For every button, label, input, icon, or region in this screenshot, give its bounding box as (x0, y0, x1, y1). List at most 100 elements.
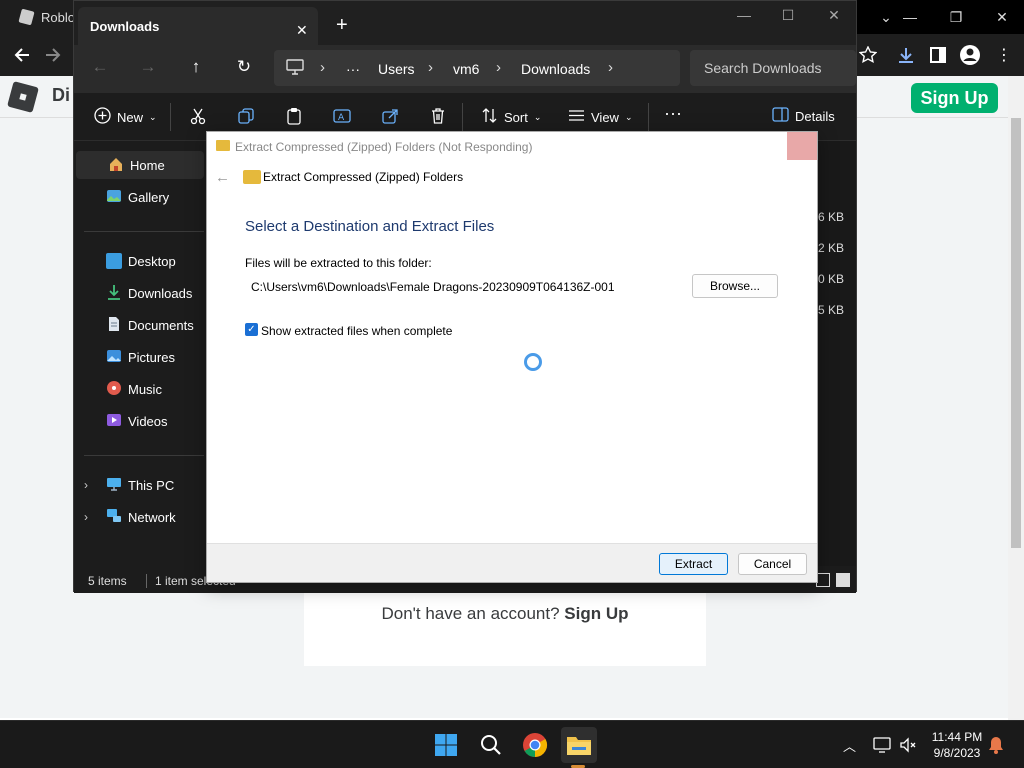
download-icon[interactable] (894, 43, 918, 67)
sidebar-item-downloads[interactable]: Downloads (74, 279, 208, 307)
sidebar-item-home[interactable]: Home (76, 151, 204, 179)
forward-icon[interactable]: → (136, 57, 160, 81)
search-input[interactable]: Search Downloads (690, 50, 856, 86)
sort-label: Sort (504, 109, 528, 125)
show-files-label[interactable]: Show extracted files when complete (261, 324, 452, 338)
close-icon[interactable]: ✕ (978, 0, 1024, 34)
chrome-app-icon[interactable] (517, 727, 553, 763)
display-icon[interactable] (872, 735, 892, 755)
new-tab-icon[interactable]: + (336, 14, 348, 37)
tiles-view-icon[interactable] (836, 573, 850, 587)
minimize-icon[interactable]: — (886, 0, 934, 34)
share-icon[interactable] (381, 107, 399, 125)
sidebar-item-pictures[interactable]: Pictures (74, 343, 208, 371)
roblox-nav-partial[interactable]: Di (52, 85, 70, 106)
minimize-icon[interactable]: — (722, 7, 766, 29)
new-button[interactable]: New ⌄ (94, 107, 157, 127)
extract-button[interactable]: Extract (659, 553, 728, 575)
breadcrumb-vm6[interactable]: vm6 (453, 61, 479, 77)
gallery-icon (106, 188, 122, 207)
page-scrollbar-thumb[interactable] (1011, 118, 1021, 548)
cancel-button[interactable]: Cancel (738, 553, 807, 575)
chevron-up-icon[interactable]: ︿ (843, 736, 856, 755)
sidebar-item-network[interactable]: › Network (74, 503, 208, 531)
paste-icon[interactable] (285, 107, 303, 125)
dialog-titlebar: Extract Compressed (Zipped) Folders (Not… (207, 132, 817, 162)
chevron-right-icon[interactable]: › (496, 59, 501, 76)
sidebar-item-videos[interactable]: Videos (74, 407, 208, 435)
chrome-tab-title: Roblo (41, 9, 75, 25)
back-arrow-icon[interactable]: ← (215, 169, 230, 186)
cut-icon[interactable] (189, 107, 207, 125)
signup-button[interactable]: Sign Up (911, 83, 998, 113)
address-bar[interactable]: › ··· Users › vm6 › Downloads › (274, 50, 680, 86)
explorer-tab[interactable]: Downloads ✕ (78, 7, 318, 45)
close-tab-icon[interactable]: ✕ (296, 22, 308, 39)
new-label: New (117, 109, 144, 125)
profile-avatar-icon[interactable] (958, 43, 982, 67)
rename-icon[interactable]: A (333, 107, 351, 125)
system-clock[interactable]: 11:44 PM 9/8/2023 (922, 729, 992, 761)
sidebar-item-this-pc[interactable]: › This PC (74, 471, 208, 499)
wizard-header: Extract Compressed (Zipped) Folders (263, 170, 464, 184)
sidebar-item-documents[interactable]: Documents (74, 311, 208, 339)
side-panel-icon[interactable] (926, 43, 950, 67)
chevron-down-icon: ⌄ (533, 111, 542, 122)
account-prompt: Don't have an account? Sign Up (304, 604, 706, 624)
signup-link[interactable]: Sign Up (564, 604, 628, 623)
chrome-tab-roblox[interactable]: Roblo (0, 0, 75, 34)
forward-icon[interactable] (40, 42, 66, 68)
explorer-navbar: ← → ↑ ↻ › ··· Users › vm6 › Downloads › … (74, 45, 856, 93)
breadcrumb-users[interactable]: Users (378, 61, 415, 77)
close-icon[interactable]: ✕ (812, 7, 856, 29)
sort-button[interactable]: Sort ⌄ (481, 107, 541, 127)
dialog-title: Extract Compressed (Zipped) Folders (Not… (235, 140, 533, 154)
more-crumbs-icon[interactable]: ··· (346, 61, 360, 77)
bookmark-star-icon[interactable] (856, 43, 880, 67)
downloads-icon (106, 284, 122, 303)
documents-icon (106, 316, 122, 335)
details-view-icon[interactable] (816, 573, 830, 587)
chevron-right-icon[interactable]: › (320, 59, 325, 76)
refresh-icon[interactable]: ↻ (232, 57, 256, 81)
chevron-right-icon[interactable]: › (84, 478, 88, 492)
search-icon[interactable] (473, 727, 509, 763)
monitor-icon[interactable] (286, 59, 304, 78)
chrome-menu-icon[interactable]: ⋮ (992, 43, 1016, 67)
volume-muted-icon[interactable] (898, 735, 918, 755)
sidebar-item-music[interactable]: Music (74, 375, 208, 403)
taskbar: ︿ 11:44 PM 9/8/2023 (0, 720, 1024, 768)
breadcrumb-downloads[interactable]: Downloads (521, 61, 590, 77)
sidebar-item-desktop[interactable]: Desktop (74, 247, 208, 275)
command-separator (170, 103, 171, 131)
back-icon[interactable] (9, 42, 35, 68)
back-icon[interactable]: ← (88, 57, 112, 81)
file-explorer-app-icon[interactable] (561, 727, 597, 763)
maximize-icon[interactable]: ☐ (766, 7, 810, 29)
roblox-logo-icon[interactable] (7, 81, 39, 113)
sidebar-item-gallery[interactable]: Gallery (74, 183, 208, 211)
delete-icon[interactable] (429, 107, 447, 125)
sidebar-item-label: Music (128, 381, 162, 397)
more-options-icon[interactable]: ··· (664, 103, 682, 124)
restore-icon[interactable]: ❐ (932, 0, 980, 34)
sidebar-item-label: Downloads (128, 285, 193, 301)
up-icon[interactable]: ↑ (184, 57, 208, 81)
start-windows-icon[interactable] (428, 727, 464, 763)
notification-bell-icon[interactable] (986, 735, 1006, 755)
sidebar-item-label: Documents (128, 317, 194, 333)
chevron-right-icon[interactable]: › (608, 59, 613, 76)
view-button[interactable]: View ⌄ (568, 107, 633, 127)
file-size: 2 KB (818, 241, 845, 255)
copy-icon[interactable] (237, 107, 255, 125)
pictures-icon (106, 348, 122, 367)
browse-button[interactable]: Browse... (692, 274, 778, 298)
chevron-right-icon[interactable]: › (428, 59, 433, 76)
svg-text:A: A (338, 113, 345, 123)
chevron-right-icon[interactable]: › (84, 510, 88, 524)
details-button[interactable]: Details (772, 107, 835, 125)
sidebar-item-label: Pictures (128, 349, 175, 365)
close-button[interactable] (787, 132, 817, 160)
show-files-checkbox[interactable]: ✓ (245, 323, 258, 336)
destination-path-field[interactable]: C:\Users\vm6\Downloads\Female Dragons-20… (251, 280, 615, 294)
